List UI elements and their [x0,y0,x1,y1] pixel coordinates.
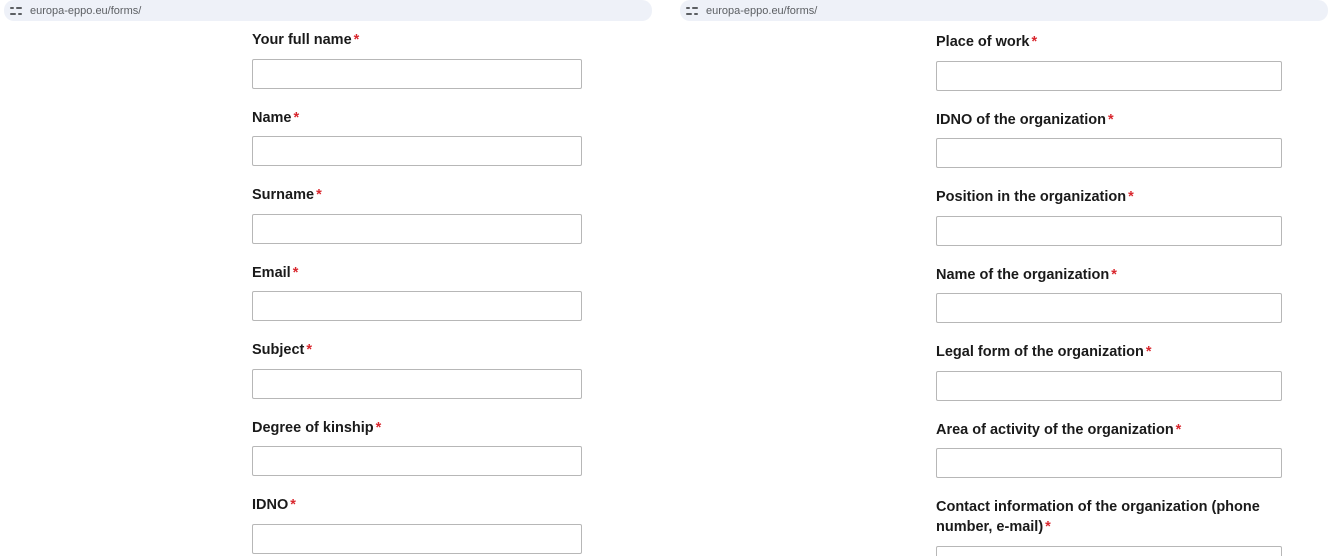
label-subject: Subject* [252,341,582,361]
form-area-right: Place of work* IDNO of the organization*… [676,21,1332,556]
required-mark: * [290,497,296,513]
address-bar-right[interactable]: europa-eppo.eu/forms/ [680,0,1328,21]
label-full-name: Your full name* [252,31,582,51]
input-org-name[interactable] [936,293,1282,323]
required-mark: * [376,420,382,436]
label-name: Name* [252,109,582,129]
label-surname: Surname* [252,186,582,206]
required-mark: * [1031,34,1037,50]
label-activity-area: Area of activity of the organization* [936,421,1282,441]
input-position[interactable] [936,216,1282,246]
required-mark: * [1045,519,1051,535]
required-mark: * [1108,112,1114,128]
label-email: Email* [252,264,582,284]
field-full-name: Your full name* [252,31,582,89]
input-legal-form[interactable] [936,371,1282,401]
required-mark: * [294,110,300,126]
site-settings-icon [686,6,698,16]
field-email: Email* [252,264,582,322]
left-panel: europa-eppo.eu/forms/ Your full name* Na… [0,0,656,556]
required-mark: * [1176,422,1182,438]
label-place-of-work: Place of work* [936,33,1282,53]
required-mark: * [293,265,299,281]
field-org-idno: IDNO of the organization* [936,111,1282,169]
input-surname[interactable] [252,214,582,244]
input-name[interactable] [252,136,582,166]
label-org-contact: Contact information of the organization … [936,498,1282,537]
field-subject: Subject* [252,341,582,399]
required-mark: * [306,342,312,358]
required-mark: * [1146,344,1152,360]
input-email[interactable] [252,291,582,321]
required-mark: * [1128,189,1134,205]
input-org-idno[interactable] [936,138,1282,168]
url-text: europa-eppo.eu/forms/ [706,5,817,17]
input-kinship[interactable] [252,446,582,476]
field-activity-area: Area of activity of the organization* [936,421,1282,479]
field-place-of-work: Place of work* [936,33,1282,91]
input-activity-area[interactable] [936,448,1282,478]
label-position: Position in the organization* [936,188,1282,208]
field-name: Name* [252,109,582,167]
form-area-left: Your full name* Name* Surname* Email* Su… [0,21,656,556]
input-idno[interactable] [252,524,582,554]
field-org-contact: Contact information of the organization … [936,498,1282,556]
input-subject[interactable] [252,369,582,399]
url-text: europa-eppo.eu/forms/ [30,5,141,17]
field-kinship: Degree of kinship* [252,419,582,477]
site-settings-icon [10,6,22,16]
field-surname: Surname* [252,186,582,244]
field-legal-form: Legal form of the organization* [936,343,1282,401]
input-place-of-work[interactable] [936,61,1282,91]
address-bar-left[interactable]: europa-eppo.eu/forms/ [4,0,652,21]
label-org-idno: IDNO of the organization* [936,111,1282,131]
required-mark: * [354,32,360,48]
required-mark: * [316,187,322,203]
input-org-contact[interactable] [936,546,1282,556]
input-full-name[interactable] [252,59,582,89]
required-mark: * [1111,267,1117,283]
field-idno: IDNO* [252,496,582,554]
field-position: Position in the organization* [936,188,1282,246]
right-panel: europa-eppo.eu/forms/ Place of work* IDN… [676,0,1332,556]
field-org-name: Name of the organization* [936,266,1282,324]
label-kinship: Degree of kinship* [252,419,582,439]
label-org-name: Name of the organization* [936,266,1282,286]
label-idno: IDNO* [252,496,582,516]
label-legal-form: Legal form of the organization* [936,343,1282,363]
